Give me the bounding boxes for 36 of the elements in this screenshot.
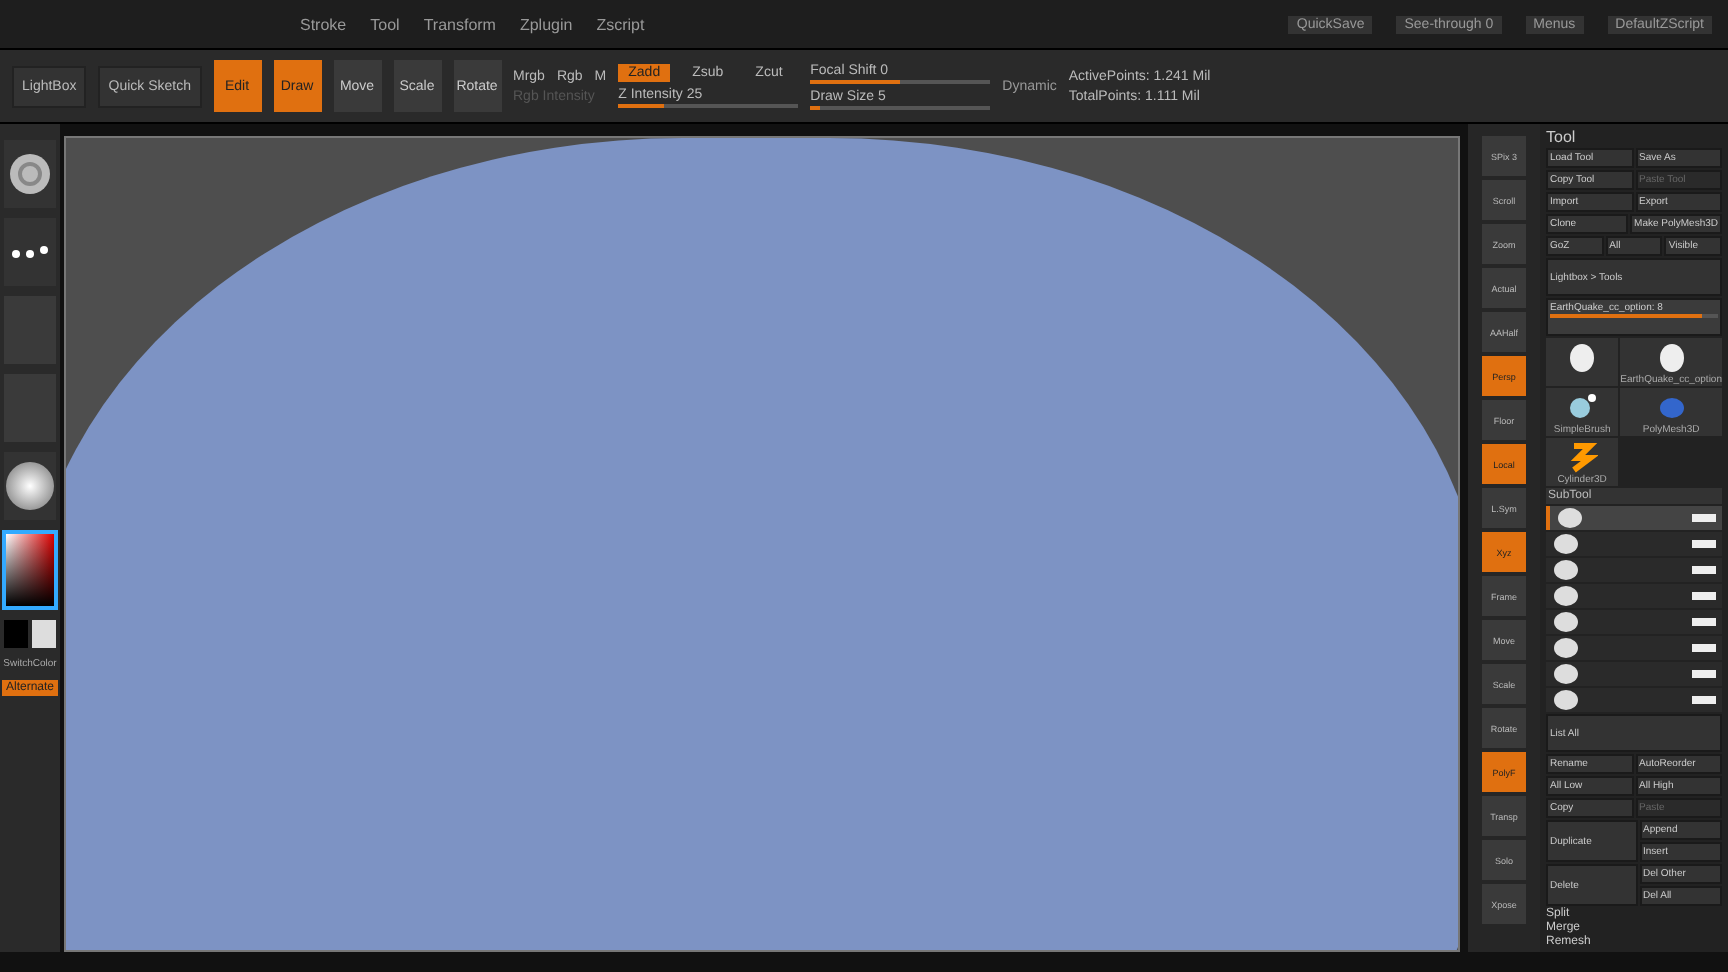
subtool-thumbnail-icon	[1556, 506, 1584, 530]
visibility-toggle[interactable]	[1692, 644, 1716, 652]
panel-title: Tool	[1546, 128, 1578, 146]
visibility-toggle[interactable]	[1692, 566, 1716, 574]
tool-thumbnail[interactable]	[1546, 338, 1619, 386]
brush-thumbnail[interactable]	[4, 140, 56, 208]
color-picker[interactable]	[2, 530, 58, 610]
subtool-row[interactable]	[1546, 662, 1722, 686]
secondary-color-swatch[interactable]	[32, 620, 56, 648]
main-color-swatch[interactable]	[4, 620, 28, 648]
subtool-row[interactable]	[1546, 584, 1722, 608]
subtool-row[interactable]	[1546, 558, 1722, 582]
menu-item[interactable]: Stroke	[300, 15, 347, 33]
visibility-toggle[interactable]	[1692, 592, 1716, 600]
visibility-toggle[interactable]	[1692, 670, 1716, 678]
menu-item[interactable]: Zscript	[596, 15, 645, 33]
subtool-thumbnail-icon	[1552, 636, 1580, 660]
subtool-row[interactable]	[1546, 688, 1722, 712]
subtool-row[interactable]	[1546, 636, 1722, 660]
visibility-toggle[interactable]	[1692, 696, 1716, 704]
subtool-thumbnail-icon	[1552, 584, 1580, 608]
menu-item[interactable]: Zplugin	[519, 15, 573, 33]
menu-item[interactable]: Tool	[370, 15, 400, 33]
subtool-row[interactable]	[1546, 532, 1722, 556]
stroke-thumbnail[interactable]	[4, 218, 56, 286]
menu-item[interactable]: Transform	[423, 15, 496, 33]
subtool-thumbnail-icon	[1552, 532, 1580, 556]
subtool-row[interactable]	[1546, 610, 1722, 634]
visibility-toggle[interactable]	[1692, 618, 1716, 626]
subtool-thumbnail-icon	[1552, 610, 1580, 634]
visibility-toggle[interactable]	[1692, 540, 1716, 548]
subtool-thumbnail-icon	[1552, 558, 1580, 582]
subtool-thumbnail-icon	[1552, 688, 1580, 712]
visibility-toggle[interactable]	[1692, 514, 1716, 522]
subtool-row[interactable]	[1546, 506, 1722, 530]
subtool-thumbnail-icon	[1552, 662, 1580, 686]
